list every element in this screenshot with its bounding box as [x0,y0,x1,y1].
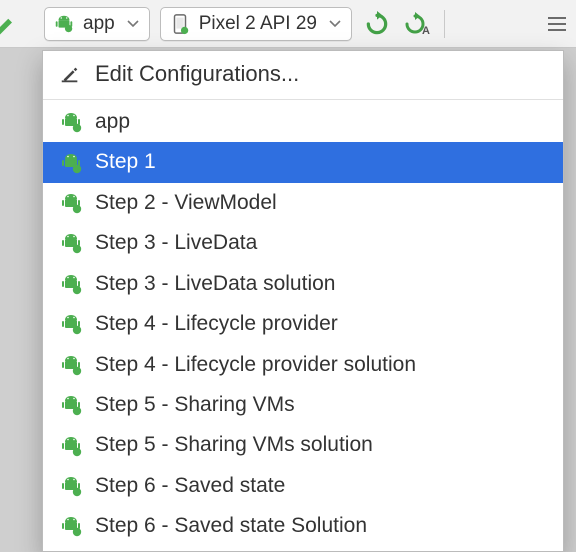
run-config-item-label: Step 3 - LiveData solution [95,269,335,299]
run-config-item[interactable]: Step 6 - Saved state [43,466,563,506]
android-icon [59,393,85,417]
run-config-label: app [83,13,115,35]
edit-configurations-item[interactable]: Edit Configurations... [43,51,563,97]
android-icon [59,151,85,175]
toolbar-divider [444,10,445,38]
run-config-item[interactable]: Step 6 - Saved state Solution [43,506,563,546]
android-icon [59,474,85,498]
run-config-item-label: Step 1 [95,147,156,177]
menu-icon[interactable] [548,17,568,31]
run-config-selector[interactable]: app [44,7,150,41]
android-icon [59,312,85,336]
run-config-item-label: Step 6 - Saved state [95,471,285,501]
device-label: Pixel 2 API 29 [199,13,317,35]
run-config-item[interactable]: app [43,102,563,142]
android-icon [59,231,85,255]
run-config-item[interactable]: Step 4 - Lifecycle provider solution [43,345,563,385]
run-restart-icon[interactable] [362,9,392,39]
run-config-item-label: Step 5 - Sharing VMs [95,390,295,420]
run-config-item[interactable]: Step 5 - Sharing VMs solution [43,425,563,465]
run-config-item-label: app [95,107,130,137]
run-config-item-label: Step 3 - LiveData [95,228,257,258]
menu-separator [43,99,563,100]
run-config-dropdown: Edit Configurations... app Step 1 Step 2… [42,50,564,552]
chevron-down-icon [329,12,341,35]
android-icon [59,514,85,538]
chevron-down-icon [127,12,139,35]
run-config-item[interactable]: Step 3 - LiveData solution [43,264,563,304]
run-config-item[interactable]: Step 2 - ViewModel [43,183,563,223]
android-icon [59,191,85,215]
run-config-item-label: Step 4 - Lifecycle provider [95,309,338,339]
android-icon [53,13,75,35]
edit-configurations-label: Edit Configurations... [95,58,299,90]
run-config-item[interactable]: Step 4 - Lifecycle provider [43,304,563,344]
run-config-item-label: Step 2 - ViewModel [95,188,277,218]
android-icon [59,353,85,377]
run-config-item-label: Step 5 - Sharing VMs solution [95,430,373,460]
build-hammer-icon[interactable] [0,10,22,40]
edit-pencil-icon [59,63,85,85]
android-icon [59,110,85,134]
run-restart-activity-icon[interactable]: A [402,9,432,39]
android-icon [59,272,85,296]
device-selector[interactable]: Pixel 2 API 29 [160,7,352,41]
android-icon [59,434,85,458]
svg-text:A: A [422,25,430,37]
run-config-item[interactable]: Step 5 - Sharing VMs [43,385,563,425]
run-config-item[interactable]: Step 3 - LiveData [43,223,563,263]
phone-icon [169,13,191,35]
run-config-item-label: Step 4 - Lifecycle provider solution [95,350,416,380]
run-config-item[interactable]: Step 1 [43,142,563,182]
toolbar: app Pixel 2 API 29 A [0,0,576,48]
run-config-item-label: Step 6 - Saved state Solution [95,511,367,541]
